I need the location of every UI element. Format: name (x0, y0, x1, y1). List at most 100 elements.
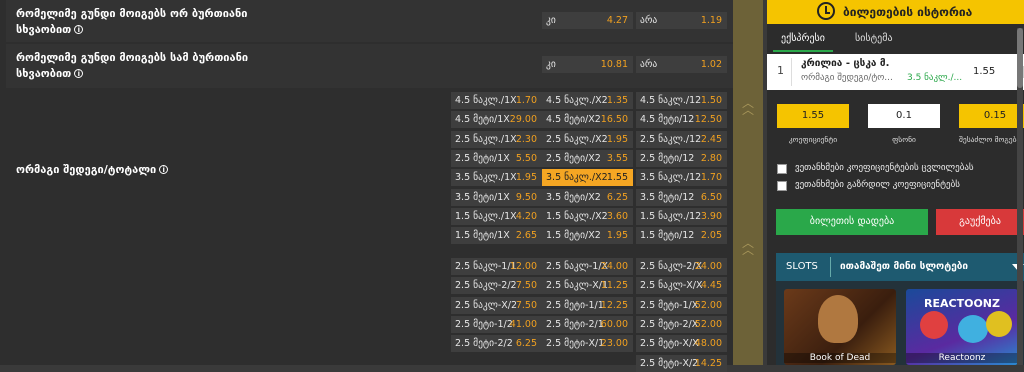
odds-value: 24.00 (694, 261, 722, 272)
odds-cell[interactable]: 3.5 მეტი/1X 9.50 (451, 188, 542, 206)
game-tile[interactable]: REACTOONZ Reactoonz (906, 289, 1018, 365)
odds-cell[interactable]: 3.5 მეტი/X2 6.25 (542, 188, 633, 206)
odds-cell[interactable]: 4.5 მეტი/1X 29.00 (451, 111, 542, 129)
odds-label: 2.5 მეტი-X/1 (546, 338, 605, 350)
info-icon[interactable]: i (74, 69, 84, 78)
odds-value: 6.50 (700, 191, 722, 203)
odds-cell[interactable]: 1.5 ნაკლ./X2 3.60 (542, 207, 633, 225)
odds-cell[interactable]: 4.5 მეტი/X2 16.50 (542, 111, 633, 129)
game-logo: REACTOONZ (924, 297, 1000, 310)
odds-label: 2.5 ნაკლ./12 (640, 133, 702, 145)
chevron-up-icon[interactable]: ︿ ︿ (740, 237, 756, 256)
odds-value: 6.25 (515, 338, 537, 350)
odds-cell[interactable]: 2.5 მეტი-1/1 12.25 (542, 296, 633, 314)
odds-cell[interactable]: 2.5 ნაკლ-2/2 7.50 (451, 277, 542, 295)
odds-cell[interactable]: 3.5 ნაკლ./1X 1.95 (451, 169, 542, 187)
odds-label: 2.5 მეტი-1/X (640, 299, 699, 311)
tab-express[interactable]: ექსპრესი (773, 28, 833, 52)
cancel-button[interactable]: გაუქმება (936, 209, 1024, 235)
game-thumbnail (958, 315, 988, 343)
odds-cell[interactable]: 1.5 ნაკლ./12 3.90 (636, 207, 727, 225)
odds-cell[interactable]: 2.5 მეტი-2/X 52.00 (636, 315, 727, 333)
chevron-up-icon[interactable]: ︿ ︿ (740, 97, 756, 116)
odds-label: 2.5 მეტი-2/2 (455, 338, 513, 350)
odds-value: 2.05 (700, 230, 722, 242)
odds-cell[interactable]: არა 1.02 (636, 56, 727, 73)
odds-label: კი (546, 59, 556, 70)
odds-value: 1.95 (606, 230, 628, 242)
odds-value: 2.45 (700, 133, 722, 145)
odds-cell[interactable]: 2.5 ნაკლ-1/X 24.00 (542, 258, 633, 275)
odds-cell[interactable]: 4.5 ნაკლ./1X 1.70 (451, 92, 542, 109)
odds-cell[interactable]: 4.5 ნაკლ./12 1.50 (636, 92, 727, 109)
odds-cell[interactable]: კი 10.81 (542, 56, 633, 73)
odds-cell[interactable]: 2.5 მეტი-2/1 60.00 (542, 315, 633, 333)
slots-header[interactable]: SLOTS ითამაშეთ მინი სლოტები (776, 253, 1024, 281)
odds-value: 1.02 (700, 59, 722, 70)
game-tile[interactable]: Book of Dead (784, 289, 896, 365)
odds-cell[interactable]: 2.5 ნაკლ-2/X 24.00 (636, 258, 727, 275)
odds-value: 60.00 (600, 318, 628, 330)
odds-cell[interactable]: 2.5 მეტი-1/2 41.00 (451, 315, 542, 333)
odds-label: 2.5 ნაკლ-X/X (640, 280, 703, 292)
odds-cell[interactable]: 1.5 მეტი/12 2.05 (636, 227, 727, 245)
odds-label: 4.5 მეტი/X2 (546, 114, 601, 126)
odds-cell[interactable]: 1.5 მეტი/X2 1.95 (542, 227, 633, 245)
odds-cell[interactable]: 3.5 ნაკლ./X2 1.55 (542, 169, 633, 187)
scrollbar[interactable] (1017, 28, 1023, 365)
bet-history-label: ბილეთების ისტორია (843, 5, 973, 19)
odds-value: 2.30 (515, 133, 537, 145)
odds-value: 1.95 (515, 172, 537, 184)
odds-label: 2.5 ნაკლ-X/1 (546, 280, 609, 292)
odds-cell[interactable]: 3.5 ნაკლ./12 1.70 (636, 169, 727, 187)
odds-cell[interactable]: 2.5 მეტი-1/X 52.00 (636, 296, 727, 314)
odds-label: კი (546, 15, 556, 26)
odds-value: 1.70 (700, 172, 722, 184)
payout-label: შესაძლო მოგება (959, 135, 1021, 144)
odds-cell[interactable]: 2.5 ნაკლ-X/X 4.45 (636, 277, 727, 295)
odds-value: 5.50 (515, 152, 537, 164)
game-thumbnail (920, 311, 948, 339)
info-icon[interactable]: i (159, 165, 169, 174)
odds-cell[interactable]: 4.5 ნაკლ./X2 1.35 (542, 92, 633, 109)
odds-cell[interactable]: არა 1.19 (636, 12, 727, 29)
odds-cell[interactable]: 2.5 მეტი-X/1 23.00 (542, 335, 633, 353)
odds-cell[interactable]: 4.5 მეტი/12 12.50 (636, 111, 727, 129)
odds-cell[interactable]: კი 4.27 (542, 12, 633, 29)
accept-odds-change-checkbox[interactable] (777, 164, 787, 174)
odds-cell[interactable]: 1.5 მეტი/1X 2.65 (451, 227, 542, 245)
place-bet-button[interactable]: ბილეთის დადება (776, 209, 928, 235)
accept-raised-odds-checkbox[interactable] (777, 181, 787, 191)
slots-area: Book of Dead REACTOONZ Reactoonz (776, 281, 1024, 365)
game-thumbnail (986, 311, 1012, 337)
collapse-gutter (733, 0, 763, 365)
odds-cell[interactable]: 2.5 მეტი-X/X 48.00 (636, 335, 727, 353)
odds-cell[interactable]: 2.5 ნაკლ./X2 1.95 (542, 130, 633, 148)
odds-cell[interactable]: 2.5 მეტი-X/2 14.25 (636, 354, 727, 372)
odds-cell[interactable]: 2.5 ნაკლ-X/1 11.25 (542, 277, 633, 295)
odds-value: 1.70 (515, 95, 537, 106)
odds-value: 16.50 (600, 114, 628, 126)
slip-item[interactable]: 1 კრილია - ცსკა მ. ორმაგი შედეგი/ტო... 3… (767, 54, 1024, 90)
tab-system[interactable]: სისტემა (855, 28, 893, 50)
odds-label: 2.5 მეტი/12 (640, 152, 695, 164)
odds-cell[interactable]: 2.5 ნაკლ./1X 2.30 (451, 130, 542, 148)
coefficient-box: 1.55 (777, 104, 849, 128)
odds-cell[interactable]: 3.5 მეტი/12 6.50 (636, 188, 727, 206)
odds-cell[interactable]: 2.5 მეტი/X2 3.55 (542, 149, 633, 167)
odds-label: 2.5 ნაკლ-2/2 (455, 280, 517, 292)
divider (830, 257, 831, 277)
odds-cell[interactable]: 2.5 ნაკლ-X/2 7.50 (451, 296, 542, 314)
info-icon[interactable]: i (74, 25, 84, 34)
scrollbar-thumb[interactable] (1017, 28, 1023, 88)
odds-cell[interactable]: 1.5 ნაკლ./1X 4.20 (451, 207, 542, 225)
odds-cell[interactable]: 2.5 ნაკლ-1/1 12.00 (451, 258, 542, 275)
stake-input[interactable]: 0.1 (868, 104, 940, 128)
odds-cell[interactable]: 2.5 მეტი/1X 5.50 (451, 149, 542, 167)
odds-cell[interactable]: 2.5 მეტი/12 2.80 (636, 149, 727, 167)
odds-cell[interactable]: 2.5 მეტი-2/2 6.25 (451, 335, 542, 353)
bet-history-button[interactable]: ბილეთების ისტორია (767, 0, 1024, 24)
odds-cell[interactable]: 2.5 ნაკლ./12 2.45 (636, 130, 727, 148)
odds-label: არა (640, 59, 658, 70)
odds-label: 2.5 ნაკლ-1/1 (455, 261, 517, 272)
